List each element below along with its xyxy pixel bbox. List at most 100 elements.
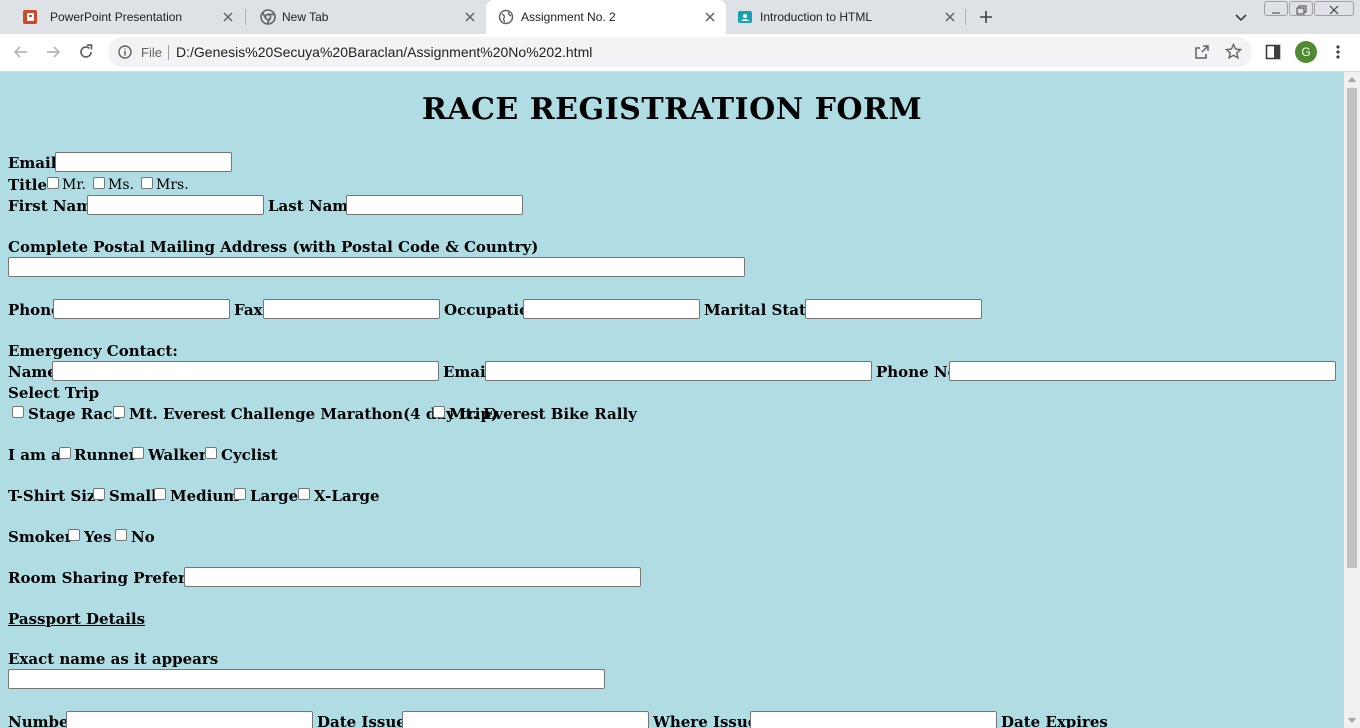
back-arrow-icon[interactable] (12, 43, 30, 61)
tshirt-xlarge-checkbox[interactable] (298, 488, 310, 500)
tshirt-medium-checkbox[interactable] (154, 488, 166, 500)
powerpoint-icon (23, 10, 37, 24)
restore-button[interactable] (1289, 1, 1313, 16)
exact-name-input[interactable] (8, 669, 605, 689)
emergency-phone-input[interactable] (949, 361, 1336, 381)
new-tab-plus-icon[interactable] (978, 9, 994, 25)
close-tab-icon[interactable] (462, 9, 478, 25)
title-ms-checkbox[interactable] (93, 177, 105, 189)
date-expires-label: Date Expires (1001, 713, 1108, 728)
smoker-label: Smoker (8, 528, 73, 546)
room-sharing-input[interactable] (184, 567, 641, 587)
close-window-button[interactable] (1314, 1, 1354, 16)
address-label: Complete Postal Mailing Address (with Po… (8, 238, 539, 256)
address-bar[interactable]: File D:/Genesis%20Secuya%20Baraclan/Assi… (108, 37, 1252, 67)
last-name-label: Last Name (268, 197, 358, 215)
globe-icon (498, 9, 514, 25)
marital-status-input[interactable] (805, 299, 982, 319)
minimize-button[interactable] (1264, 1, 1288, 16)
omnibox-divider (168, 45, 169, 60)
vertical-scrollbar[interactable] (1344, 72, 1360, 728)
first-name-input[interactable] (87, 195, 264, 215)
fax-input[interactable] (263, 299, 440, 319)
where-issued-input[interactable] (750, 711, 997, 728)
tshirt-medium-label: Medium (170, 487, 240, 505)
trip-everest-bike-rally-checkbox[interactable] (433, 406, 445, 418)
kebab-menu-icon[interactable] (1330, 44, 1346, 60)
profile-avatar[interactable]: G (1295, 41, 1317, 63)
email-input[interactable] (55, 152, 232, 172)
passport-number-input[interactable] (66, 711, 313, 728)
last-name-input[interactable] (346, 195, 523, 215)
runner-label: Runner (74, 446, 137, 464)
trip-everest-marathon-checkbox[interactable] (113, 406, 125, 418)
iam-label: I am a (8, 446, 61, 464)
tab-new-tab[interactable]: New Tab (246, 0, 486, 34)
tab-title: New Tab (282, 10, 329, 24)
slides-icon (738, 11, 752, 23)
form-title: RACE REGISTRATION FORM (421, 92, 923, 127)
select-trip-label: Select Trip (8, 384, 100, 402)
info-icon[interactable] (118, 45, 132, 59)
walker-label: Walker (148, 446, 207, 464)
share-icon[interactable] (1194, 44, 1210, 60)
close-tab-icon[interactable] (220, 9, 236, 25)
emergency-name-input[interactable] (52, 361, 439, 381)
reload-icon[interactable] (77, 43, 95, 61)
tshirt-large-checkbox[interactable] (234, 488, 246, 500)
page-viewport: RACE REGISTRATION FORM Email: Title Mr. … (0, 72, 1344, 728)
tab-strip: PowerPoint Presentation New Tab Assignme… (0, 0, 1360, 34)
forward-arrow-icon[interactable] (44, 43, 62, 61)
date-issued-input[interactable] (402, 711, 649, 728)
walker-checkbox[interactable] (132, 447, 144, 459)
minimize-icon (1272, 12, 1280, 14)
file-scheme-label: File (141, 45, 162, 60)
title-mr-checkbox[interactable] (47, 177, 59, 189)
fax-label: Fax (234, 301, 263, 319)
exact-name-label: Exact name as it appears (8, 650, 219, 668)
smoker-no-checkbox[interactable] (115, 529, 127, 541)
tshirt-size-label: T-Shirt Size (8, 487, 105, 505)
browser-toolbar: File D:/Genesis%20Secuya%20Baraclan/Assi… (0, 34, 1360, 72)
close-tab-icon[interactable] (942, 9, 958, 25)
tshirt-large-label: Large (250, 487, 299, 505)
tab-title: Introduction to HTML (760, 10, 873, 24)
emergency-name-label: Name (8, 363, 57, 381)
emergency-contact-heading: Emergency Contact: (8, 342, 178, 360)
scroll-down-arrow-icon[interactable] (1348, 718, 1356, 724)
tshirt-small-checkbox[interactable] (93, 488, 105, 500)
side-panel-icon[interactable] (1265, 44, 1281, 60)
trip-everest-bike-rally-label: Mt. Everest Bike Rally (449, 405, 637, 423)
tab-assignment-no-2[interactable]: Assignment No. 2 (486, 0, 726, 34)
passport-details-heading: Passport Details (8, 610, 146, 628)
tab-search-chevron-icon[interactable] (1233, 9, 1249, 25)
tab-divider (965, 9, 966, 25)
cyclist-checkbox[interactable] (205, 447, 217, 459)
tab-introduction-to-html[interactable]: Introduction to HTML (726, 0, 966, 34)
bookmark-star-icon[interactable] (1225, 43, 1242, 60)
address-input[interactable] (8, 257, 745, 277)
emergency-email-input[interactable] (485, 361, 872, 381)
email-label: Email: (8, 154, 62, 172)
phone-input[interactable] (53, 299, 230, 319)
smoker-yes-label: Yes (84, 528, 112, 546)
url-text[interactable]: D:/Genesis%20Secuya%20Baraclan/Assignmen… (176, 44, 592, 60)
tshirt-small-label: Small (109, 487, 157, 505)
runner-checkbox[interactable] (59, 447, 71, 459)
smoker-yes-checkbox[interactable] (68, 529, 80, 541)
title-mrs-checkbox[interactable] (141, 177, 153, 189)
tab-powerpoint-presentation[interactable]: PowerPoint Presentation (8, 0, 244, 34)
title-ms-label: Ms. (108, 177, 134, 193)
title-mrs-label: Mrs. (156, 177, 189, 193)
scroll-up-arrow-icon[interactable] (1348, 76, 1356, 82)
tshirt-xlarge-label: X-Large (314, 487, 380, 505)
restore-icon (1296, 5, 1307, 15)
trip-stage-race-checkbox[interactable] (12, 406, 24, 418)
close-tab-icon[interactable] (702, 9, 718, 25)
title-label: Title (8, 176, 48, 194)
tab-title: Assignment No. 2 (521, 10, 616, 24)
scrollbar-thumb[interactable] (1347, 88, 1357, 568)
occupation-input[interactable] (523, 299, 700, 319)
tab-title: PowerPoint Presentation (50, 10, 183, 24)
title-mr-label: Mr. (62, 177, 86, 193)
